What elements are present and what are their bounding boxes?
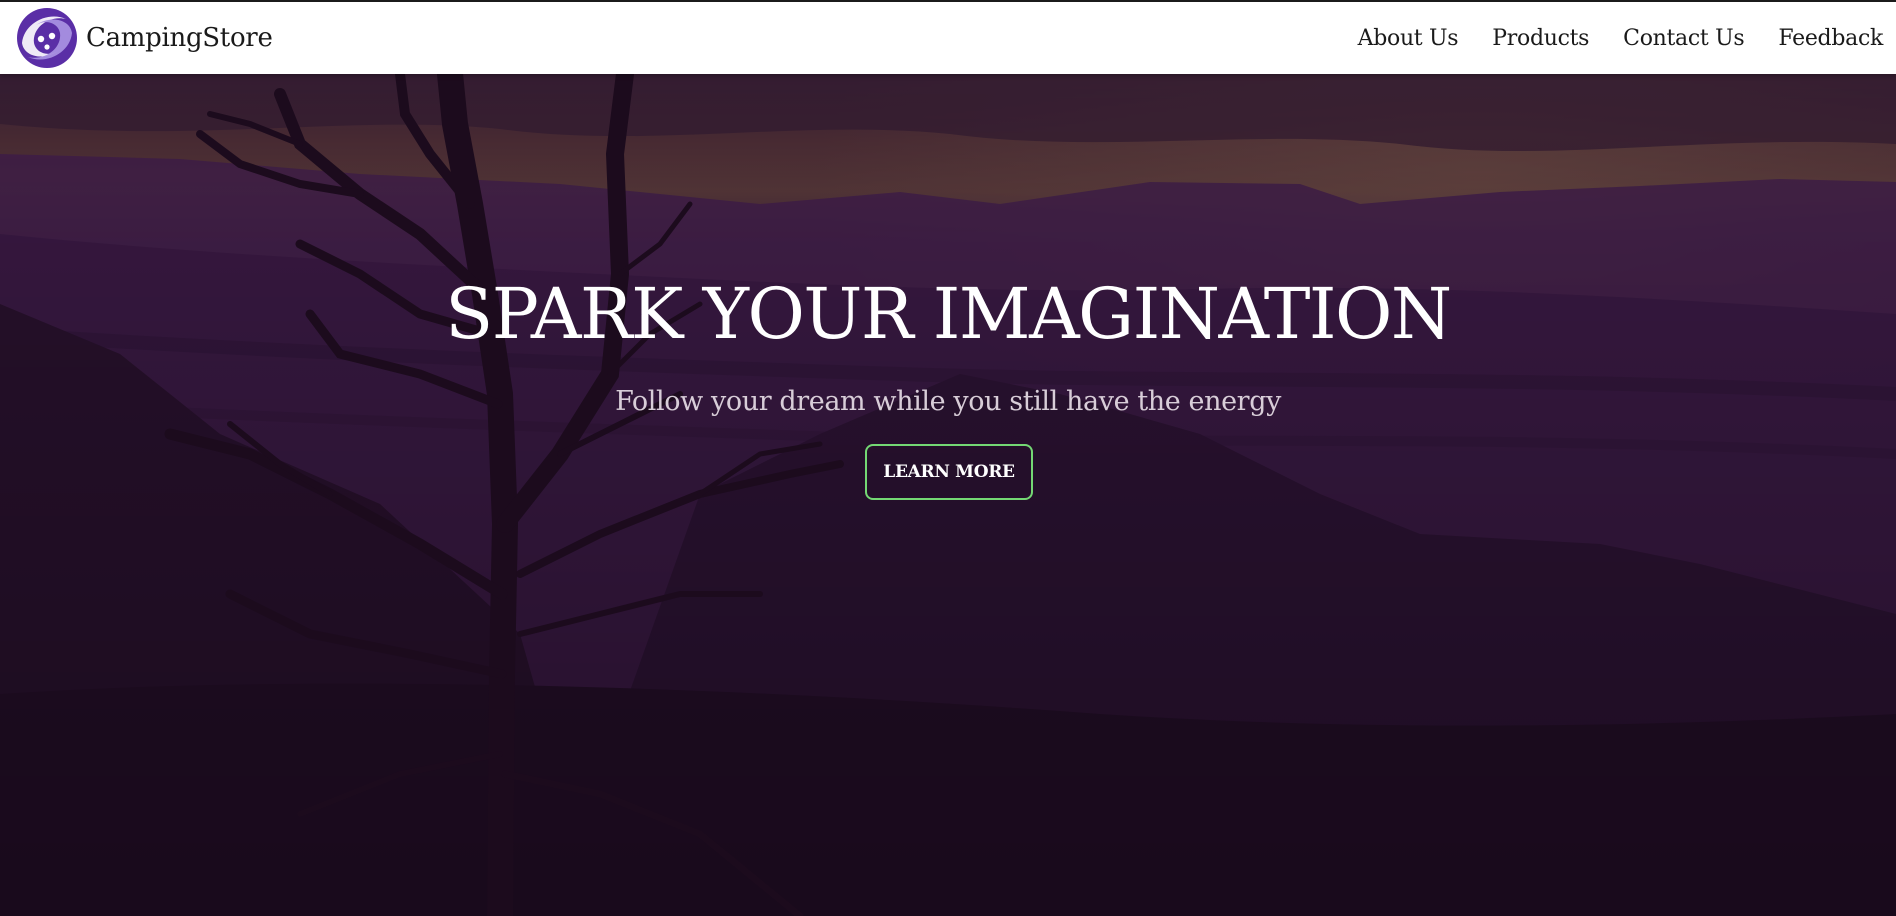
brand-link[interactable]: CampingStore (14, 5, 273, 71)
nav-products[interactable]: Products (1492, 26, 1589, 51)
logo-icon (17, 8, 77, 68)
nav-about-us[interactable]: About Us (1358, 26, 1459, 51)
nav-contact-us[interactable]: Contact Us (1623, 26, 1745, 51)
hero-subtitle: Follow your dream while you still have t… (615, 386, 1281, 417)
brand-name: CampingStore (86, 23, 273, 53)
learn-more-button[interactable]: LEARN MORE (865, 444, 1033, 500)
hero-content: SPARK YOUR IMAGINATION Follow your dream… (0, 74, 1896, 916)
nav-feedback[interactable]: Feedback (1778, 26, 1883, 51)
main-nav: About Us Products Contact Us Feedback (1324, 26, 1884, 51)
hero-section: SPARK YOUR IMAGINATION Follow your dream… (0, 74, 1896, 916)
navbar: CampingStore About Us Products Contact U… (0, 2, 1896, 74)
hero-title: SPARK YOUR IMAGINATION (445, 273, 1452, 355)
